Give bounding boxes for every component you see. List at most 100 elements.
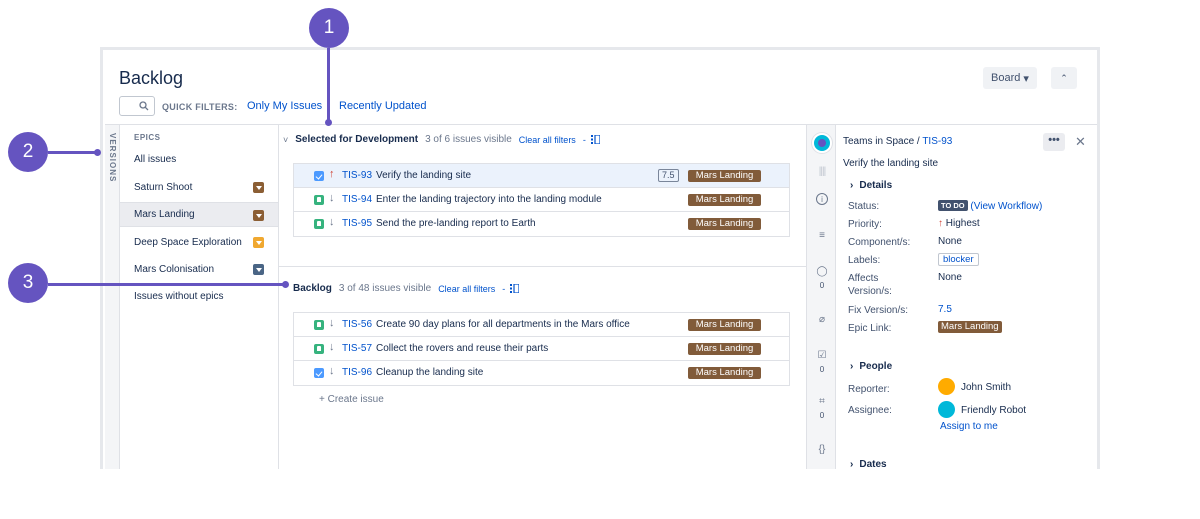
tests-icon[interactable]: ⌗	[815, 395, 829, 409]
labels-value[interactable]: blocker	[938, 253, 979, 266]
create-issue-button[interactable]: + Create issue	[319, 394, 384, 405]
search-input[interactable]	[119, 96, 155, 116]
breadcrumb-project[interactable]: Teams in Space	[843, 136, 914, 147]
label-lozenge[interactable]: blocker	[938, 253, 979, 266]
page-title: Backlog	[119, 68, 184, 88]
sprint-clear-filters-link[interactable]: Clear all filters	[519, 135, 576, 145]
attachment-icon[interactable]: ⌀	[815, 313, 829, 327]
epic-lozenge[interactable]: Mars Landing	[938, 321, 1002, 333]
issue-key[interactable]: TIS-57	[342, 343, 372, 354]
backlog-window: Backlog Board ▾ ⌃ QUICK FILTERS: Only My…	[100, 47, 1100, 469]
sprint-title: Selected for Development	[295, 134, 419, 145]
subtasks-count: 0	[819, 365, 825, 374]
epic-lozenge[interactable]: Mars Landing	[688, 319, 761, 331]
estimate-badge: 7.5	[658, 169, 679, 182]
issue-row[interactable]: ↓ TIS-96 Cleanup the landing site Mars L…	[294, 361, 789, 385]
issue-row[interactable]: ↓ TIS-57 Collect the rovers and reuse th…	[294, 337, 789, 361]
epic-item-mars-landing[interactable]: Mars Landing	[120, 202, 278, 227]
comment-count: 0	[819, 281, 825, 290]
search-icon	[139, 101, 149, 111]
epic-link-value[interactable]: Mars Landing	[938, 321, 1002, 333]
filter-icon[interactable]	[590, 135, 600, 144]
assignee-label: Assignee:	[848, 405, 892, 416]
priority-low-icon: ↓	[329, 192, 335, 204]
epic-item-saturn-shoot[interactable]: Saturn Shoot	[120, 175, 278, 200]
backlog-clear-filters-link[interactable]: Clear all filters	[438, 284, 495, 294]
story-type-icon	[314, 219, 324, 229]
status-lozenge[interactable]: TO DO	[938, 200, 968, 211]
labels-label: Labels:	[848, 255, 881, 266]
assign-to-me-link[interactable]: Assign to me	[940, 421, 998, 432]
chevron-down-icon[interactable]: ˅	[283, 135, 288, 145]
epic-item-mars-colonisation[interactable]: Mars Colonisation	[120, 257, 278, 282]
subtasks-icon[interactable]: ☑	[815, 349, 829, 363]
issue-key[interactable]: TIS-95	[342, 218, 372, 229]
issue-row[interactable]: ↑ TIS-93 Verify the landing site 7.5 Mar…	[294, 164, 789, 188]
epic-lozenge[interactable]: Mars Landing	[688, 194, 761, 206]
callout-1-leader	[327, 48, 330, 122]
dash-separator: -	[582, 134, 586, 145]
view-workflow-link[interactable]: (View Workflow)	[970, 201, 1042, 212]
epic-link-label: Epic Link:	[848, 323, 892, 334]
breadcrumb: Teams in Space / TIS-93	[843, 136, 952, 147]
issue-summary: Cleanup the landing site	[376, 367, 484, 378]
status-label: Status:	[848, 201, 880, 212]
sprint-header[interactable]: ˅ Selected for Development 3 of 6 issues…	[283, 134, 600, 145]
epic-dropdown-icon[interactable]	[253, 210, 264, 221]
epic-item-deep-space-exploration[interactable]: Deep Space Exploration	[120, 230, 278, 255]
priority-value[interactable]: ↑ Highest	[938, 218, 980, 229]
epic-lozenge[interactable]: Mars Landing	[688, 218, 761, 230]
epic-lozenge[interactable]: Mars Landing	[688, 170, 761, 182]
issue-key[interactable]: TIS-96	[342, 367, 372, 378]
affects-version-value[interactable]: None	[938, 272, 962, 283]
issue-summary: Create 90 day plans for all departments …	[376, 319, 630, 330]
callout-3-badge: 3	[8, 263, 48, 303]
component-label: Component/s:	[848, 237, 911, 248]
backlog-title: Backlog	[293, 283, 332, 294]
epic-dropdown-icon[interactable]	[253, 182, 264, 193]
epic-item-label: Mars Colonisation	[134, 264, 215, 275]
issue-row[interactable]: ↓ TIS-95 Send the pre-landing report to …	[294, 212, 789, 236]
code-icon[interactable]: {}	[815, 443, 829, 457]
drag-handle-icon[interactable]: ||||	[815, 165, 829, 179]
dates-section-toggle[interactable]: Dates	[850, 459, 886, 469]
people-section-toggle[interactable]: People	[850, 361, 892, 372]
comment-icon[interactable]: ◯	[815, 265, 829, 279]
priority-label: Priority:	[848, 219, 882, 230]
reporter-value[interactable]: John Smith	[938, 378, 1011, 396]
epic-lozenge[interactable]: Mars Landing	[688, 343, 761, 355]
detail-side-toolbar: |||| i ≡ ◯ 0 ⌀ ☑ 0 ⌗ 0 {}	[806, 125, 836, 469]
epic-lozenge[interactable]: Mars Landing	[688, 367, 761, 379]
issue-row[interactable]: ↓ TIS-56 Create 90 day plans for all dep…	[294, 313, 789, 337]
project-avatar	[812, 133, 832, 153]
priority-low-icon: ↓	[329, 216, 335, 228]
more-actions-button[interactable]: •••	[1043, 133, 1065, 151]
breadcrumb-issue-key[interactable]: TIS-93	[922, 136, 952, 147]
quick-filter-only-my-issues[interactable]: Only My Issues	[247, 100, 322, 112]
description-icon[interactable]: ≡	[815, 229, 829, 243]
board-dropdown-button[interactable]: Board ▾	[983, 67, 1037, 89]
versions-panel-toggle[interactable]: VERSIONS	[105, 125, 120, 469]
details-section-toggle[interactable]: Details	[850, 180, 892, 191]
epic-dropdown-icon[interactable]	[253, 237, 264, 248]
issue-key[interactable]: TIS-94	[342, 194, 372, 205]
backlog-header[interactable]: Backlog 3 of 48 issues visible Clear all…	[293, 283, 520, 294]
epic-item-issues-without-epics[interactable]: Issues without epics	[120, 284, 278, 309]
issue-row[interactable]: ↓ TIS-94 Enter the landing trajectory in…	[294, 188, 789, 212]
component-value[interactable]: None	[938, 236, 962, 247]
filter-icon[interactable]	[510, 284, 520, 293]
priority-low-icon: ↓	[329, 341, 335, 353]
collapse-header-button[interactable]: ⌃	[1051, 67, 1077, 89]
issue-key[interactable]: TIS-93	[342, 170, 372, 181]
close-icon[interactable]: ✕	[1075, 134, 1086, 150]
callout-3-leader	[48, 283, 286, 286]
issue-summary-title: Verify the landing site	[843, 158, 939, 169]
issue-key[interactable]: TIS-56	[342, 319, 372, 330]
epic-item-label: Deep Space Exploration	[134, 237, 242, 248]
quick-filter-recently-updated[interactable]: Recently Updated	[339, 100, 426, 112]
fix-version-value[interactable]: 7.5	[938, 304, 952, 315]
info-icon[interactable]: i	[816, 193, 828, 205]
epic-dropdown-icon[interactable]	[253, 264, 264, 275]
assignee-value[interactable]: Friendly Robot	[938, 401, 1026, 419]
epic-item-all-issues[interactable]: All issues	[120, 147, 278, 172]
